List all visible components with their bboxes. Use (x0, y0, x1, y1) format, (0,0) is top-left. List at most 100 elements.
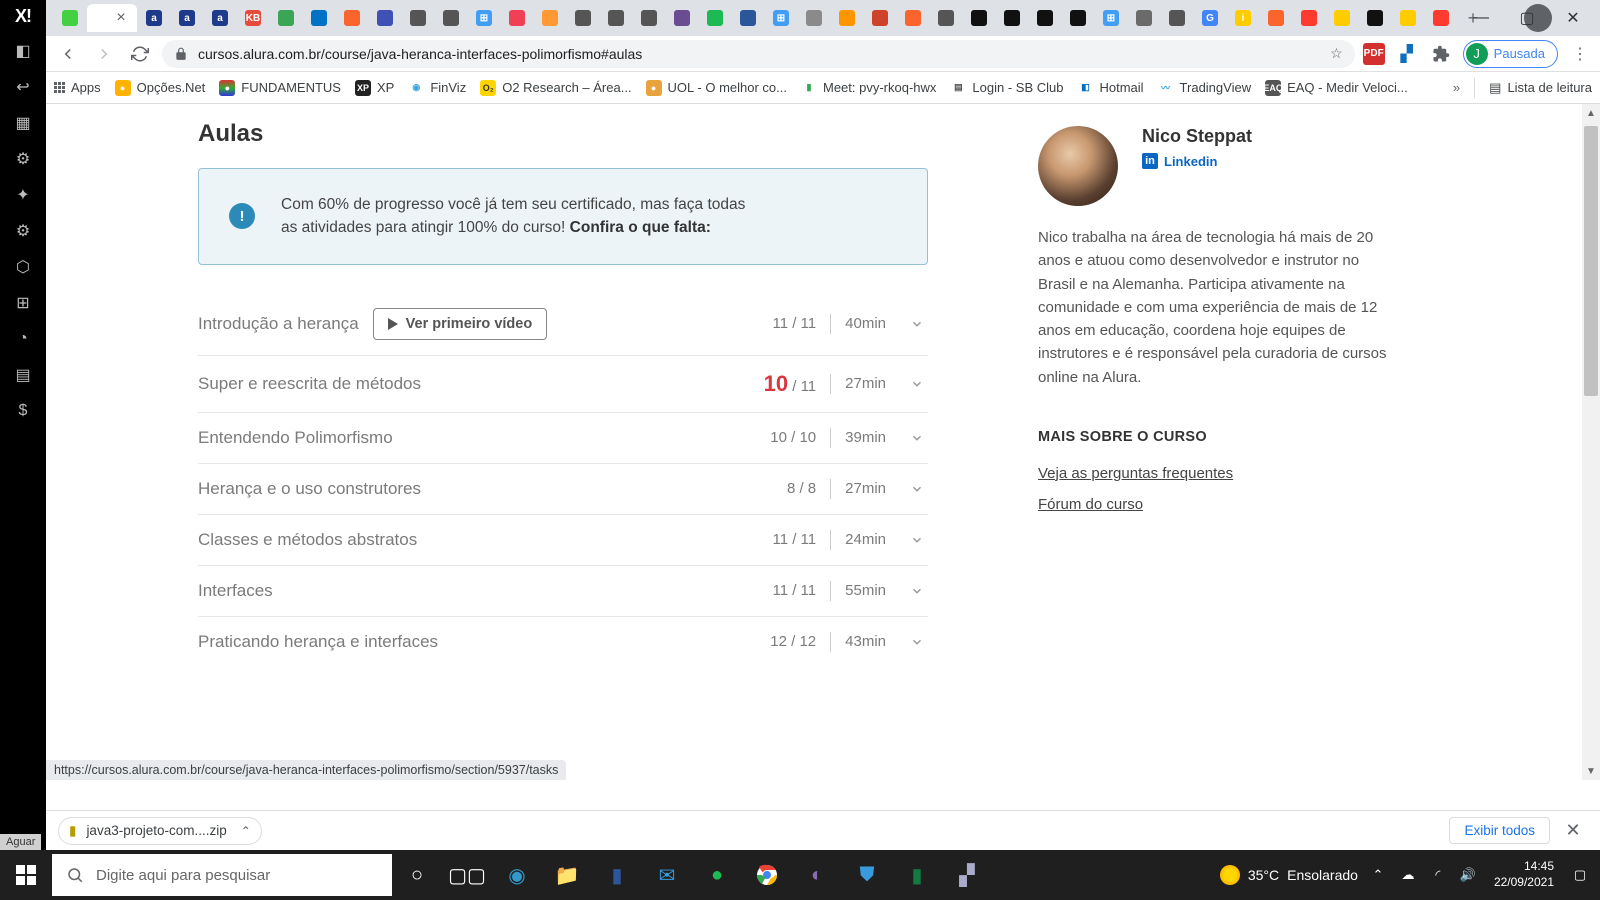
browser-tab[interactable]: ⊞ (765, 4, 797, 32)
instructor-linkedin-link[interactable]: in Linkedin (1142, 153, 1252, 169)
back-button[interactable] (54, 40, 82, 68)
browser-tab[interactable]: ⊞ (1095, 4, 1127, 32)
browser-tab[interactable] (303, 4, 335, 32)
browser-tab[interactable] (864, 4, 896, 32)
browser-tab[interactable] (1293, 4, 1325, 32)
browser-tab[interactable] (435, 4, 467, 32)
bookmark-item[interactable]: ◉FinViz (408, 80, 466, 96)
forward-button[interactable] (90, 40, 118, 68)
download-item[interactable]: ▮ java3-projeto-com....zip ⌃ (58, 817, 262, 845)
mail-icon[interactable]: ✉ (642, 850, 692, 900)
chevron-down-icon[interactable] (906, 317, 928, 331)
browser-tab[interactable] (501, 4, 533, 32)
browser-tab[interactable] (732, 4, 764, 32)
window-maximize-button[interactable]: ▢ (1504, 4, 1550, 32)
watch-first-video-button[interactable]: Ver primeiro vídeo (373, 308, 548, 340)
browser-tab[interactable] (1161, 4, 1193, 32)
browser-tab[interactable] (1128, 4, 1160, 32)
cortana-icon[interactable]: ○ (392, 850, 442, 900)
browser-tab[interactable] (699, 4, 731, 32)
bookmarks-overflow[interactable]: » (1453, 80, 1460, 95)
app-icon[interactable]: ▞ (942, 850, 992, 900)
progress-notice[interactable]: ! Com 60% de progresso você já tem seu c… (198, 168, 928, 265)
star-icon[interactable]: ☆ (1330, 45, 1343, 62)
window-close-button[interactable]: ✕ (1550, 4, 1596, 32)
browser-tab[interactable] (1392, 4, 1424, 32)
lesson-row[interactable]: Interfaces11 / 1155min (198, 566, 928, 617)
browser-tab[interactable]: ⊞ (468, 4, 500, 32)
browser-tab[interactable] (1260, 4, 1292, 32)
browser-tab[interactable]: i (1227, 4, 1259, 32)
chrome-icon[interactable] (742, 850, 792, 900)
task-view-icon[interactable]: ▢▢ (442, 850, 492, 900)
apps-button[interactable]: Apps (54, 80, 101, 95)
explorer-icon[interactable]: 📁 (542, 850, 592, 900)
chevron-down-icon[interactable] (906, 377, 928, 391)
taskbar-search[interactable]: Digite aqui para pesquisar (52, 854, 392, 896)
chevron-down-icon[interactable] (906, 482, 928, 496)
lesson-row[interactable]: Entendendo Polimorfismo10 / 1039min (198, 413, 928, 464)
browser-tab[interactable] (996, 4, 1028, 32)
browser-tab[interactable] (633, 4, 665, 32)
browser-tab[interactable] (1359, 4, 1391, 32)
browser-tab[interactable] (600, 4, 632, 32)
faq-link[interactable]: Veja as perguntas frequentes (1038, 465, 1398, 482)
bookmark-item[interactable]: O₂O2 Research – Área... (480, 80, 631, 96)
browser-tab[interactable] (963, 4, 995, 32)
tray-chevron-icon[interactable]: ⌃ (1368, 867, 1388, 883)
browser-tab[interactable] (336, 4, 368, 32)
chevron-down-icon[interactable] (906, 431, 928, 445)
reload-button[interactable] (126, 40, 154, 68)
wifi-icon[interactable]: ◜ (1428, 867, 1448, 883)
reading-list-button[interactable]: ▤ Lista de leitura (1489, 80, 1592, 96)
browser-tab[interactable] (897, 4, 929, 32)
browser-tab[interactable]: KB (237, 4, 269, 32)
eclipse-icon[interactable]: ◐ (792, 850, 842, 900)
browser-tab[interactable]: a (171, 4, 203, 32)
browser-tab[interactable] (831, 4, 863, 32)
bookmark-item[interactable]: ▮Meet: pvy-rkoq-hwx (801, 80, 936, 96)
extension-icon[interactable]: ▞ (1395, 42, 1419, 66)
bookmark-item[interactable]: ●Opções.Net (115, 80, 206, 96)
window-minimize-button[interactable]: — (1458, 4, 1504, 32)
bookmark-item[interactable]: XPXP (355, 80, 394, 96)
forum-link[interactable]: Fórum do curso (1038, 496, 1398, 513)
browser-tab[interactable] (1425, 4, 1457, 32)
scroll-down-icon[interactable]: ▼ (1582, 762, 1600, 780)
browser-tab[interactable] (270, 4, 302, 32)
bookmark-item[interactable]: ◧Hotmail (1077, 80, 1143, 96)
browser-tab[interactable] (54, 4, 86, 32)
address-bar[interactable]: cursos.alura.com.br/course/java-heranca-… (162, 40, 1355, 68)
close-tab-icon[interactable]: × (116, 9, 125, 27)
pdf-extension-icon[interactable]: PDF (1363, 43, 1385, 65)
lesson-row[interactable]: Introdução a herançaVer primeiro vídeo11… (198, 293, 928, 356)
clock[interactable]: 14:45 22/09/2021 (1488, 859, 1560, 890)
bookmark-item[interactable]: 〰TradingView (1158, 80, 1252, 96)
onedrive-icon[interactable]: ☁ (1398, 867, 1418, 883)
lesson-row[interactable]: Praticando herança e interfaces12 / 1243… (198, 617, 928, 667)
bookmark-item[interactable]: EAQEAQ - Medir Veloci... (1265, 80, 1408, 96)
menu-button[interactable]: ⋮ (1568, 42, 1592, 66)
weather-widget[interactable]: 35°C Ensolarado (1220, 865, 1358, 885)
show-all-downloads-button[interactable]: Exibir todos (1449, 817, 1550, 844)
browser-tab[interactable]: G (1194, 4, 1226, 32)
scroll-thumb[interactable] (1584, 126, 1598, 396)
browser-tab[interactable] (1029, 4, 1061, 32)
lesson-row[interactable]: Super e reescrita de métodos10 / 1127min (198, 356, 928, 413)
excel-icon[interactable]: ▮ (892, 850, 942, 900)
shield-icon[interactable]: ⛊ (842, 850, 892, 900)
bookmark-item[interactable]: ●UOL - O melhor co... (646, 80, 787, 96)
close-downloads-button[interactable]: ✕ (1558, 816, 1588, 846)
word-icon[interactable]: ▮ (592, 850, 642, 900)
spotify-icon[interactable]: ● (692, 850, 742, 900)
browser-tab[interactable] (798, 4, 830, 32)
chevron-down-icon[interactable] (906, 533, 928, 547)
browser-tab[interactable] (666, 4, 698, 32)
chevron-up-icon[interactable]: ⌃ (241, 824, 251, 838)
browser-tab[interactable] (402, 4, 434, 32)
start-button[interactable] (0, 850, 52, 900)
extensions-icon[interactable] (1429, 42, 1453, 66)
browser-tab[interactable]: a (204, 4, 236, 32)
scroll-up-icon[interactable]: ▲ (1582, 104, 1600, 122)
page-scrollbar[interactable]: ▲ ▼ (1582, 104, 1600, 780)
